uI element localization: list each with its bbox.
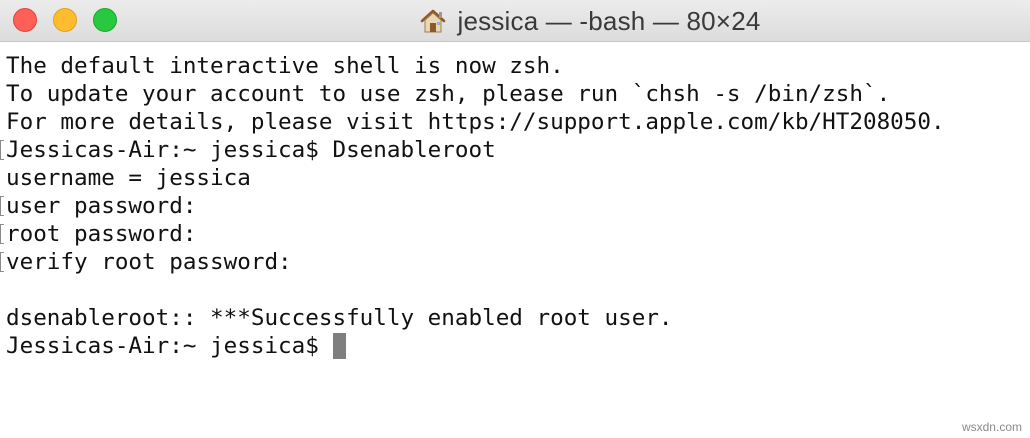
prompt-mark [0,140,4,160]
terminal-line: user password: [0,192,1030,220]
terminal-line: username = jessica [6,165,251,191]
terminal-window: jessica — -bash — 80×24 The default inte… [0,0,1030,438]
text-cursor [333,333,347,359]
terminal-line: Jessicas-Air:~ jessica$ Dsenableroot [0,136,1030,164]
terminal-output[interactable]: The default interactive shell is now zsh… [0,42,1030,438]
prompt-mark [0,252,4,272]
shell-prompt: Jessicas-Air:~ jessica$ [6,333,333,359]
title-bar[interactable]: jessica — -bash — 80×24 [0,0,1030,42]
home-icon [421,9,446,33]
watermark: wsxdn.com [961,420,1022,434]
prompt-line[interactable]: Jessicas-Air:~ jessica$ [6,332,1030,360]
terminal-line: The default interactive shell is now zsh… [6,53,564,79]
terminal-line: To update your account to use zsh, pleas… [6,81,891,107]
terminal-line: root password: [0,220,1030,248]
terminal-line: For more details, please visit https://s… [6,109,945,135]
prompt-mark [0,196,4,216]
terminal-line: verify root password: [0,248,1030,276]
terminal-line: dsenableroot:: ***Successfully enabled r… [6,305,673,331]
window-title-text: jessica — -bash — 80×24 [457,5,761,36]
window-title: jessica — -bash — 80×24 [0,0,1030,42]
prompt-mark [0,224,4,244]
